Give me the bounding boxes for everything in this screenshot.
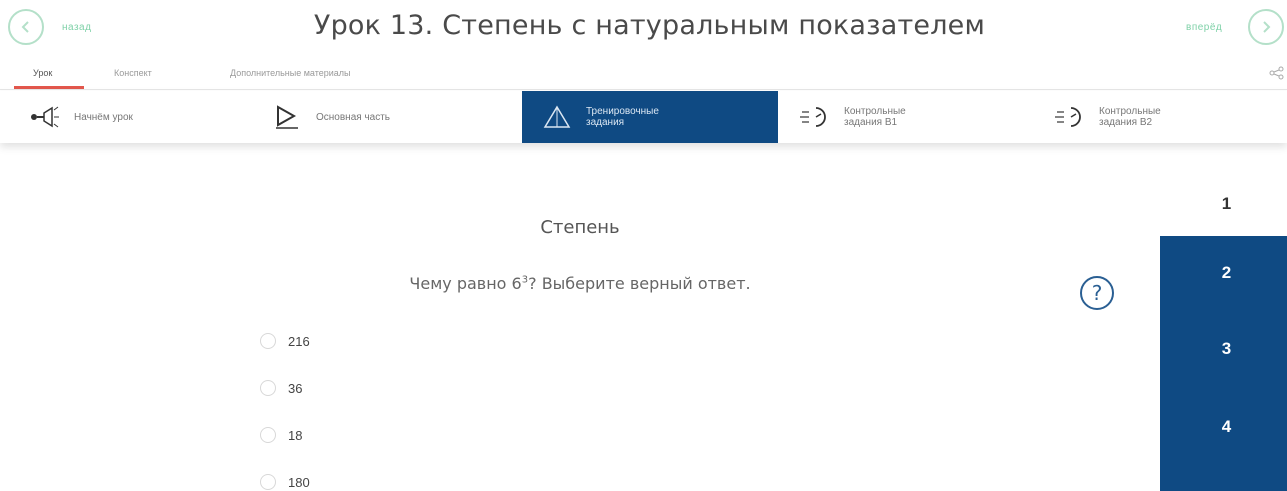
play-screen-icon bbox=[276, 105, 298, 129]
option-label: 216 bbox=[288, 333, 310, 349]
section-training-tasks[interactable]: Тренировочные задания bbox=[522, 91, 778, 143]
question-text: Чему равно 63? Выберите верный ответ. bbox=[409, 274, 751, 293]
question-navigator: 1 2 3 4 bbox=[1160, 143, 1287, 491]
question-nav-1[interactable]: 1 bbox=[1160, 172, 1287, 236]
radio-button[interactable] bbox=[260, 380, 276, 396]
header: назад Урок 13. Степень с натуральным пок… bbox=[0, 0, 1287, 62]
option-label: 18 bbox=[288, 427, 303, 443]
question-title: Степень bbox=[540, 217, 620, 238]
tab-lesson[interactable]: Урок bbox=[33, 68, 52, 78]
tab-summary[interactable]: Конспект bbox=[114, 68, 152, 78]
section-control-b1[interactable]: Контрольные задания В1 bbox=[800, 91, 906, 143]
lesson-sections: Начнём урок Основная часть Тренировочные… bbox=[0, 91, 1287, 143]
question-nav-2[interactable]: 2 bbox=[1160, 236, 1287, 310]
option-label: 180 bbox=[288, 474, 310, 490]
question-nav-3[interactable]: 3 bbox=[1160, 310, 1287, 388]
answer-option[interactable]: 216 bbox=[260, 333, 310, 349]
option-label: 36 bbox=[288, 380, 303, 396]
chevron-right-icon bbox=[1263, 21, 1271, 33]
section-label: Основная часть bbox=[316, 111, 391, 123]
radio-button[interactable] bbox=[260, 427, 276, 443]
section-label: Начнём урок bbox=[74, 111, 133, 123]
active-tab-indicator bbox=[14, 86, 84, 89]
section-main-part[interactable]: Основная часть bbox=[272, 91, 390, 143]
help-button[interactable]: ? bbox=[1080, 276, 1114, 310]
section-label: Контрольные задания В2 bbox=[1099, 106, 1161, 128]
section-label: Тренировочные задания bbox=[586, 106, 659, 128]
forward-button[interactable] bbox=[1248, 9, 1284, 45]
warning-triangle-icon bbox=[543, 105, 571, 128]
question-nav-more[interactable] bbox=[1160, 466, 1287, 491]
share-icon[interactable] bbox=[1269, 66, 1285, 80]
task-area: Степень Чему равно 63? Выберите верный о… bbox=[0, 143, 1287, 491]
answer-option[interactable]: 36 bbox=[260, 380, 302, 396]
section-label: Контрольные задания В1 bbox=[844, 106, 906, 128]
radio-button[interactable] bbox=[260, 474, 276, 490]
section-start-lesson[interactable]: Начнём урок bbox=[30, 91, 133, 143]
sound-stopwatch-icon bbox=[800, 107, 826, 127]
answer-option[interactable]: 18 bbox=[260, 427, 302, 443]
sound-stopwatch-icon bbox=[1055, 107, 1081, 127]
tab-extra-materials[interactable]: Дополнительные материалы bbox=[230, 68, 351, 78]
radio-button[interactable] bbox=[260, 333, 276, 349]
page-title: Урок 13. Степень с натуральным показател… bbox=[313, 10, 986, 41]
lesson-tabs: Урок Конспект Дополнительные материалы bbox=[0, 62, 1287, 90]
section-control-b2[interactable]: Контрольные задания В2 bbox=[1055, 91, 1161, 143]
answer-option[interactable]: 180 bbox=[260, 474, 310, 490]
forward-label[interactable]: вперёд bbox=[1186, 22, 1222, 33]
question-nav-4[interactable]: 4 bbox=[1160, 388, 1287, 466]
flashlight-icon bbox=[31, 106, 59, 128]
